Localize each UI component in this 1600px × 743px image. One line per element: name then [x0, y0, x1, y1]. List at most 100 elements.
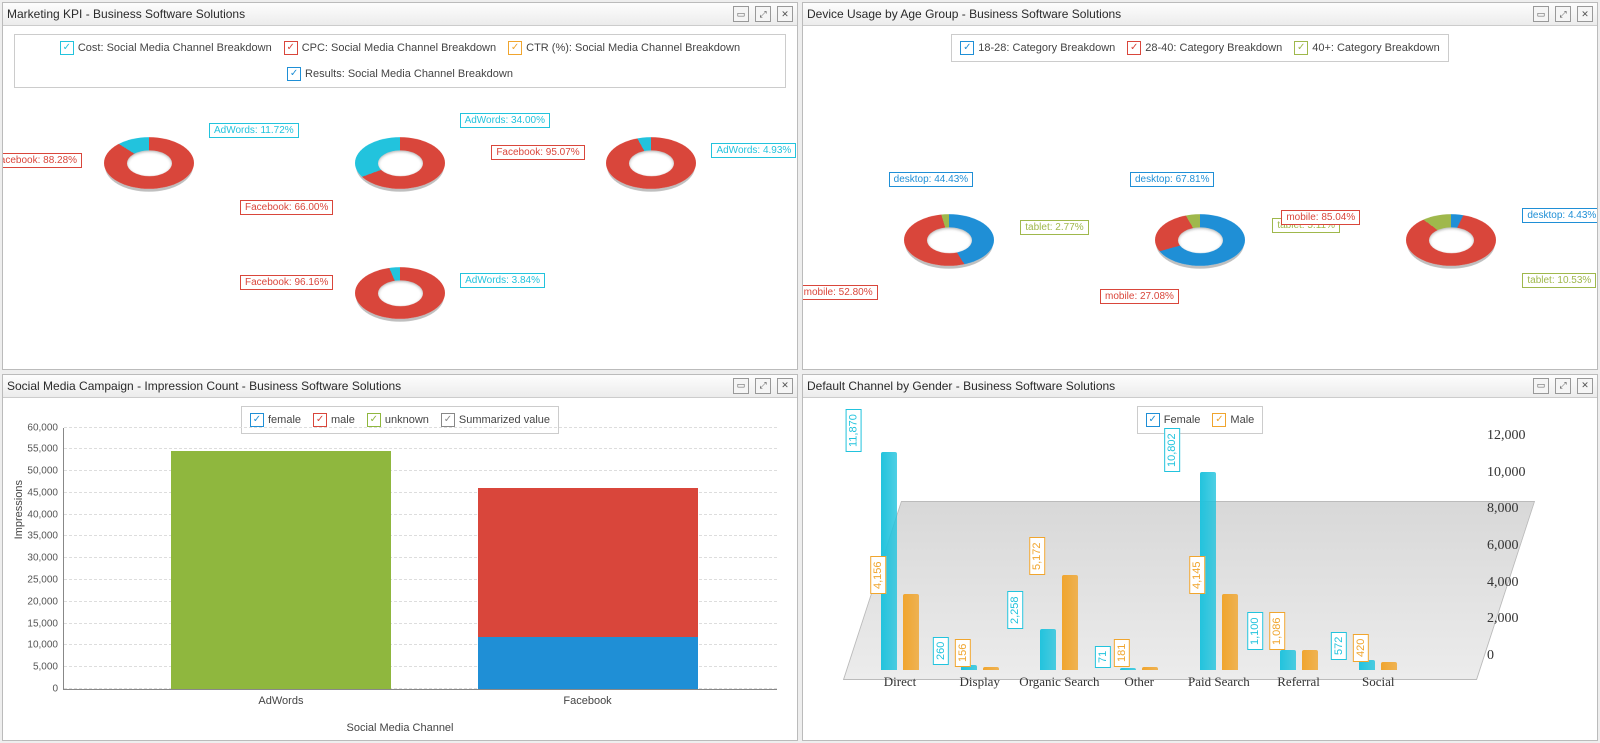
slice-label: mobile: 85.04% — [1281, 210, 1360, 225]
legend-checkbox-icon[interactable]: ✓ — [1212, 413, 1226, 427]
legend-item[interactable]: ✓ unknown — [367, 413, 429, 427]
bar-value-label: 4,156 — [870, 556, 886, 594]
pin-icon[interactable]: ⤢ — [755, 378, 771, 394]
close-icon[interactable]: ✕ — [1577, 378, 1593, 394]
maximize-icon[interactable]: ▭ — [1533, 6, 1549, 22]
legend-item[interactable]: ✓male — [313, 413, 355, 427]
bar-segment — [478, 637, 698, 689]
close-icon[interactable]: ✕ — [777, 6, 793, 22]
y-tick-label: 50,000 — [27, 466, 64, 477]
legend-item[interactable]: ✓ Female — [1146, 413, 1201, 427]
legend-checkbox-icon[interactable]: ✓ — [287, 67, 301, 81]
panel-header: Default Channel by Gender - Business Sof… — [803, 375, 1597, 398]
bar-value-label: 1,086 — [1269, 613, 1285, 651]
bar-value-label: 420 — [1353, 634, 1369, 662]
legend-item[interactable]: ✓CPC: Social Media Channel Breakdown — [284, 41, 496, 55]
legend-checkbox-icon[interactable]: ✓ — [60, 41, 74, 55]
y-tick-label: 0 — [1487, 648, 1494, 664]
y-tick-label: 30,000 — [27, 553, 64, 564]
legend-label: Female — [1164, 414, 1201, 426]
bar: 4,156 — [903, 594, 919, 670]
legend-item[interactable]: ✓Summarized value — [441, 413, 550, 427]
legend-item[interactable]: ✓Male — [1212, 413, 1254, 427]
bar-value-label: 11,870 — [846, 410, 862, 453]
x-category-label: Facebook — [563, 689, 611, 707]
legend-checkbox-icon[interactable]: ✓ — [441, 413, 455, 427]
legend-checkbox-icon[interactable]: ✓ — [284, 41, 298, 55]
legend-label: Results: Social Media Channel Breakdown — [305, 68, 513, 80]
bar-group: 1,1001,086Referral — [1280, 650, 1318, 670]
legend-checkbox-icon[interactable]: ✓ — [1294, 41, 1308, 55]
bar: 420 — [1381, 662, 1397, 670]
legend-label: 18-28: Category Breakdown — [978, 42, 1115, 54]
donut-chart: Facebook: 66.00%AdWords: 34.00% — [280, 103, 520, 223]
legend-item[interactable]: ✓ Results: Social Media Channel Breakdown — [287, 67, 513, 81]
donut-chart: desktop: 67.81%mobile: 27.08%tablet: 5.1… — [1080, 180, 1320, 300]
pin-icon[interactable]: ⤢ — [755, 6, 771, 22]
legend-item[interactable]: ✓CTR (%): Social Media Channel Breakdown — [508, 41, 740, 55]
legend-checkbox-icon[interactable]: ✓ — [250, 413, 264, 427]
y-tick-label: 15,000 — [27, 618, 64, 629]
bar: AdWords — [171, 451, 391, 689]
y-tick-label: 12,000 — [1487, 428, 1526, 444]
slice-label: desktop: 4.43% — [1522, 208, 1597, 223]
pin-icon[interactable]: ⤢ — [1555, 6, 1571, 22]
panel-channel-gender: Default Channel by Gender - Business Sof… — [802, 374, 1598, 742]
bar-value-label: 260 — [933, 637, 949, 665]
bar: 71 — [1120, 668, 1136, 670]
y-tick-label: 40,000 — [27, 509, 64, 520]
pin-icon[interactable]: ⤢ — [1555, 378, 1571, 394]
slice-label: Facebook: 66.00% — [240, 200, 333, 215]
slice-label: desktop: 44.43% — [889, 172, 974, 187]
legend-item[interactable]: ✓ 18-28: Category Breakdown — [960, 41, 1115, 55]
y-tick-label: 0 — [52, 684, 64, 695]
legend-checkbox-icon[interactable]: ✓ — [1127, 41, 1141, 55]
legend-checkbox-icon[interactable]: ✓ — [1146, 413, 1160, 427]
legend-checkbox-icon[interactable]: ✓ — [313, 413, 327, 427]
legend-checkbox-icon[interactable]: ✓ — [960, 41, 974, 55]
legend-checkbox-icon[interactable]: ✓ — [367, 413, 381, 427]
y-tick-label: 60,000 — [27, 422, 64, 433]
y-tick-label: 55,000 — [27, 444, 64, 455]
y-tick-label: 35,000 — [27, 531, 64, 542]
bar-value-label: 2,258 — [1008, 591, 1024, 629]
legend-item[interactable]: ✓28-40: Category Breakdown — [1127, 41, 1282, 55]
slice-label: Facebook: 95.07% — [491, 145, 584, 160]
slice-label: AdWords: 3.84% — [460, 273, 545, 288]
panel-body: ✓ 18-28: Category Breakdown ✓28-40: Catego… — [803, 26, 1597, 369]
legend-item[interactable]: ✓female — [250, 413, 301, 427]
maximize-icon[interactable]: ▭ — [1533, 378, 1549, 394]
panel-header: Device Usage by Age Group - Business Sof… — [803, 3, 1597, 26]
bar-group: 11,8704,156Direct — [881, 452, 919, 670]
bar: 1,100 — [1280, 650, 1296, 670]
panel-header: Marketing KPI - Business Software Soluti… — [3, 3, 797, 26]
chart-axes: 05,00010,00015,00020,00025,00030,00035,0… — [63, 428, 777, 691]
slice-label: tablet: 10.53% — [1522, 273, 1596, 288]
maximize-icon[interactable]: ▭ — [733, 6, 749, 22]
panel-impression-count: Social Media Campaign - Impression Count… — [2, 374, 798, 742]
panel-body: ✓female✓male✓unknown✓Summarized value 05… — [3, 398, 797, 741]
dashboard-grid: Marketing KPI - Business Software Soluti… — [0, 0, 1600, 743]
y-tick-label: 2,000 — [1487, 611, 1519, 627]
bar: 1,086 — [1302, 650, 1318, 670]
donut-chart: Facebook: 88.28%AdWords: 11.72% — [29, 103, 269, 223]
x-category-label: Other — [1124, 674, 1154, 690]
maximize-icon[interactable]: ▭ — [733, 378, 749, 394]
bar: Facebook — [478, 488, 698, 690]
donut-chart: desktop: 44.43%mobile: 52.80%tablet: 2.7… — [829, 180, 1069, 300]
close-icon[interactable]: ✕ — [1577, 6, 1593, 22]
bar-value-label: 572 — [1331, 631, 1347, 659]
bar-segment — [171, 451, 391, 689]
bar-group: 260156Display — [961, 665, 999, 670]
y-tick-label: 45,000 — [27, 487, 64, 498]
slice-label: AdWords: 4.93% — [711, 143, 796, 158]
panel-title: Device Usage by Age Group - Business Sof… — [807, 7, 1533, 21]
slice-label: Facebook: 88.28% — [3, 153, 82, 168]
legend-item[interactable]: ✓40+: Category Breakdown — [1294, 41, 1440, 55]
legend-checkbox-icon[interactable]: ✓ — [508, 41, 522, 55]
donut-chart: Facebook: 96.16%AdWords: 3.84% — [280, 233, 520, 353]
close-icon[interactable]: ✕ — [777, 378, 793, 394]
legend-label: unknown — [385, 414, 429, 426]
legend-item[interactable]: ✓Cost: Social Media Channel Breakdown — [60, 41, 272, 55]
bar-group: 71181Other — [1120, 667, 1158, 670]
